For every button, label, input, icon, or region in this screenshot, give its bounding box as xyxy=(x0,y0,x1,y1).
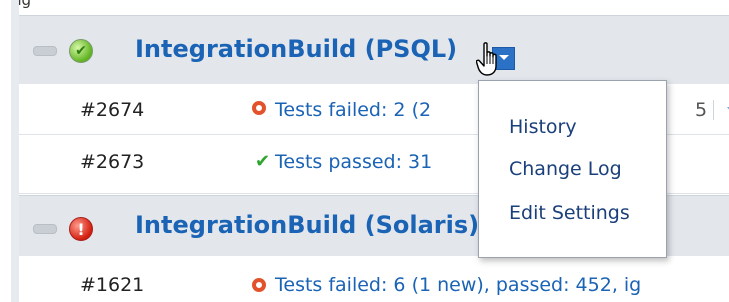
menu-item-change-log[interactable]: Change Log xyxy=(509,158,622,180)
build-number[interactable]: #2673 xyxy=(80,151,144,173)
divider xyxy=(713,100,714,120)
build-result-link[interactable]: Tests failed: 2 (2 xyxy=(275,99,431,121)
checkmark-icon: ✔ xyxy=(255,151,271,172)
build-result-link[interactable]: Tests passed: 31 xyxy=(275,151,432,173)
build-type-header: ✔ IntegrationBuild (PSQL) xyxy=(19,15,729,85)
build-result-link[interactable]: Tests failed: 6 (1 new), passed: 452, ig xyxy=(275,274,641,296)
build-type-dropdown-menu: History Change Log Edit Settings xyxy=(478,80,667,258)
build-type-name[interactable]: IntegrationBuild (Solaris) xyxy=(135,211,479,239)
check-circle-icon: ✔ xyxy=(69,39,93,63)
menu-item-edit-settings[interactable]: Edit Settings xyxy=(509,202,630,224)
collapse-icon[interactable] xyxy=(33,46,57,56)
hand-cursor-icon xyxy=(476,42,497,76)
build-row: #1621 Tests failed: 6 (1 new), passed: 4… xyxy=(19,256,729,302)
build-type-name[interactable]: IntegrationBuild (PSQL) xyxy=(135,35,457,63)
failed-gear-icon xyxy=(252,278,266,292)
menu-item-history[interactable]: History xyxy=(509,116,577,138)
failed-gear-icon xyxy=(252,101,266,115)
build-number[interactable]: #2674 xyxy=(80,99,144,121)
exclamation-circle-icon: ! xyxy=(69,217,93,241)
frame-border-left xyxy=(11,0,19,302)
build-result-fragment: 5 xyxy=(695,99,708,121)
top-cut-row: ng xyxy=(0,0,729,14)
collapse-icon[interactable] xyxy=(33,224,57,234)
build-number[interactable]: #1621 xyxy=(80,274,144,296)
